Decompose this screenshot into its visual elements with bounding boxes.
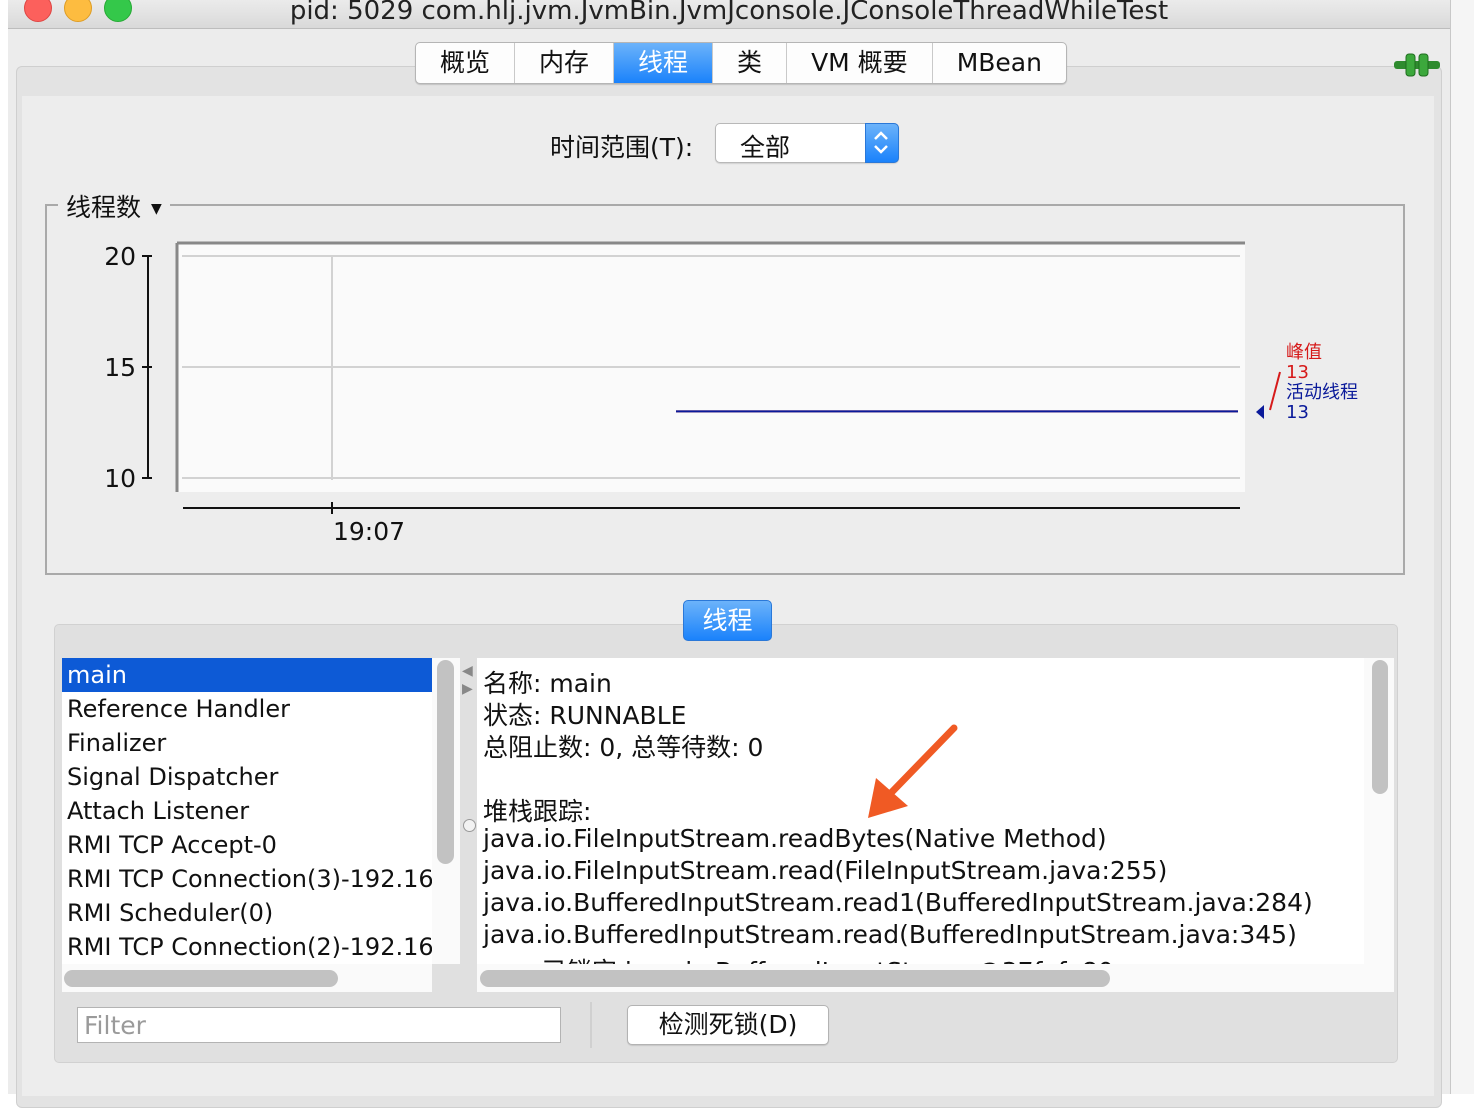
thread-list-item[interactable]: Signal Dispatcher: [62, 760, 432, 794]
toolbar-separator: [590, 1002, 592, 1048]
stack-frame: java.io.FileInputStream.readBytes(Native…: [483, 824, 1107, 853]
thread-list-vertical-thumb[interactable]: [437, 660, 454, 864]
stack-frame: java.io.BufferedInputStream.read(Buffere…: [483, 920, 1297, 949]
thread-list-item[interactable]: RMI TCP Connection(2)-192.16: [62, 930, 432, 964]
thread-filter-input[interactable]: [77, 1007, 561, 1043]
peak-marker-icon: [1269, 371, 1281, 411]
legend-live-value: 13: [1286, 402, 1309, 423]
y-tick-label: 20: [104, 242, 136, 271]
y-tick-label: 15: [104, 353, 136, 382]
detail-vertical-thumb[interactable]: [1372, 660, 1388, 794]
splitter-handle[interactable]: [463, 819, 476, 832]
threads-section-title: 线程: [683, 600, 772, 641]
legend-peak-label: 峰值: [1286, 342, 1322, 363]
splitter-arrows-icon[interactable]: ◀ ▶: [462, 662, 473, 698]
y-tick-label: 10: [104, 464, 136, 493]
live-marker-icon: [1256, 405, 1264, 419]
thread-list-item[interactable]: Reference Handler: [62, 692, 432, 726]
detail-horizontal-thumb[interactable]: [480, 970, 1110, 987]
thread-list-item[interactable]: main: [62, 658, 432, 692]
legend-peak-value: 13: [1286, 362, 1309, 383]
stack-frame-lock: - 已锁定 java.io.BufferedInputStream@37fafe…: [525, 952, 1114, 964]
thread-count-chart: 20151019:07峰值13活动线程13: [104, 241, 1358, 546]
thread-name-line: 名称: main: [483, 669, 612, 698]
stack-frame: java.io.FileInputStream.read(FileInputSt…: [483, 856, 1168, 885]
stack-trace-header: 堆栈跟踪:: [483, 797, 592, 826]
thread-list-horizontal-thumb[interactable]: [64, 970, 338, 987]
legend-live-label: 活动线程: [1286, 382, 1358, 403]
thread-list-item[interactable]: RMI Scheduler(0): [62, 896, 432, 930]
thread-list-item[interactable]: Finalizer: [62, 726, 432, 760]
thread-list-item[interactable]: Attach Listener: [62, 794, 432, 828]
thread-counts-line: 总阻止数: 0, 总等待数: 0: [483, 733, 764, 762]
annotation-arrow-icon: [868, 724, 958, 818]
thread-list-item[interactable]: RMI TCP Accept-0: [62, 828, 432, 862]
thread-state-line: 状态: RUNNABLE: [483, 701, 687, 730]
detect-deadlock-button[interactable]: 检测死锁(D): [627, 1005, 829, 1045]
x-tick-label: 19:07: [333, 517, 405, 546]
thread-list-item[interactable]: RMI TCP Connection(3)-192.16: [62, 862, 432, 896]
thread-list[interactable]: main Reference Handler Finalizer Signal …: [62, 658, 432, 964]
scroll-corner: [1364, 964, 1394, 992]
stack-frame: java.io.BufferedInputStream.read1(Buffer…: [483, 888, 1313, 917]
